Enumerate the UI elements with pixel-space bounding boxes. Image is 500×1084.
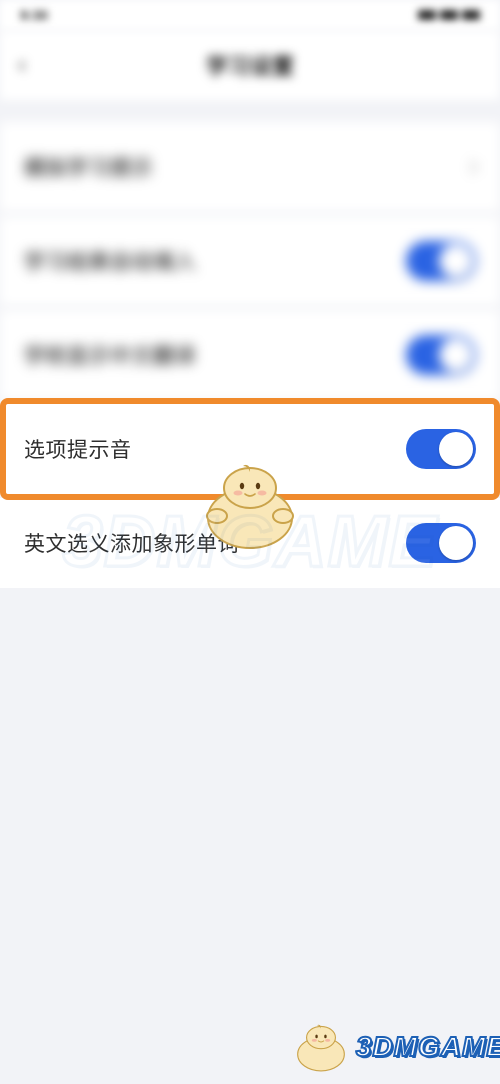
row-study-prompt[interactable]: 模拟学习提示 xyxy=(0,122,500,212)
row-show-translation[interactable]: 学校显示中文翻译 xyxy=(0,310,500,400)
status-time: 9:30 xyxy=(20,7,48,23)
row-label: 英文选义添加象形单词 xyxy=(24,528,239,558)
mascot-icon xyxy=(290,1022,352,1072)
screen: 9:30 ‹ 学习设置 模拟学习提示 学习结果自动填入 学校显示中文翻译 选项提… xyxy=(0,0,500,1084)
row-auto-fill[interactable]: 学习结果自动填入 xyxy=(0,216,500,306)
watermark-small: 3DMGAME xyxy=(290,1022,500,1072)
status-right xyxy=(418,10,480,20)
back-button[interactable]: ‹ xyxy=(18,51,26,79)
settings-list: 模拟学习提示 学习结果自动填入 学校显示中文翻译 选项提示音 英文选义添加象形单… xyxy=(0,122,500,588)
row-label: 选项提示音 xyxy=(24,434,132,464)
row-label: 学校显示中文翻译 xyxy=(24,340,196,370)
nav-bar: ‹ 学习设置 xyxy=(0,30,500,100)
highlight-wrap: 选项提示音 xyxy=(0,404,500,494)
row-label: 学习结果自动填入 xyxy=(24,246,196,276)
status-bar: 9:30 xyxy=(0,0,500,30)
row-label: 模拟学习提示 xyxy=(24,152,153,182)
chevron-right-icon xyxy=(464,160,478,174)
toggle-auto-fill[interactable] xyxy=(406,241,476,281)
row-option-sound[interactable]: 选项提示音 xyxy=(0,404,500,494)
row-pictographic-words[interactable]: 英文选义添加象形单词 xyxy=(0,498,500,588)
toggle-pictographic-words[interactable] xyxy=(406,523,476,563)
page-title: 学习设置 xyxy=(206,49,294,81)
toggle-show-translation[interactable] xyxy=(406,335,476,375)
toggle-option-sound[interactable] xyxy=(406,429,476,469)
